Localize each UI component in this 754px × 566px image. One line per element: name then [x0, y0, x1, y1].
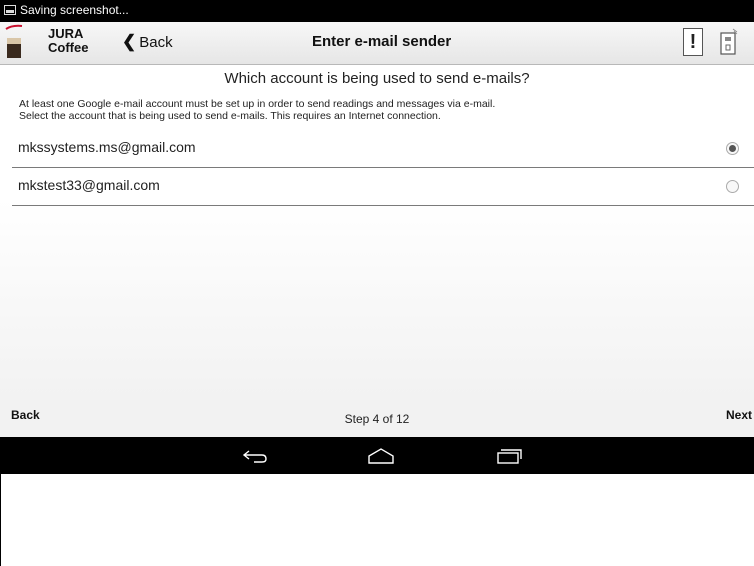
system-nav-bar [0, 437, 754, 474]
step-indicator: Step 4 of 12 [344, 412, 410, 426]
status-notification: Saving screenshot... [20, 3, 129, 17]
account-email: mkstest33@gmail.com [18, 177, 160, 193]
footer-next-button[interactable]: Next [726, 408, 752, 422]
coffee-machine-icon[interactable] [718, 28, 738, 56]
screenshot-icon [4, 5, 16, 15]
jura-logo-icon [5, 24, 23, 58]
action-bar: JURA Coffee ❮ Back Enter e-mail sender ! [0, 22, 754, 65]
info-line-2: Select the account that is being used to… [19, 110, 441, 122]
header-back-label: Back [139, 34, 173, 51]
radio-button-unselected[interactable] [726, 180, 739, 193]
nav-home-icon[interactable] [366, 445, 396, 465]
info-text: At least one Google e-mail account must … [19, 98, 495, 122]
account-row[interactable]: mkssystems.ms@gmail.com [12, 130, 754, 168]
question-heading: Which account is being used to send e-ma… [224, 70, 530, 87]
info-line-1: At least one Google e-mail account must … [19, 98, 496, 110]
nav-recents-icon[interactable] [494, 445, 524, 465]
header-back-button[interactable]: ❮ Back [122, 32, 173, 52]
content-area: Which account is being used to send e-ma… [0, 65, 754, 400]
nav-back-icon[interactable] [240, 445, 270, 465]
account-row[interactable]: mkstest33@gmail.com [12, 168, 754, 206]
account-email: mkssystems.ms@gmail.com [18, 139, 196, 155]
wizard-footer: Back Step 4 of 12 Next [0, 400, 754, 437]
alert-icon[interactable]: ! [683, 28, 703, 56]
account-list: mkssystems.ms@gmail.com mkstest33@gmail.… [12, 130, 754, 206]
blank-area [0, 474, 754, 566]
chevron-left-icon: ❮ [122, 32, 137, 51]
frame-edge [0, 474, 1, 566]
app-name: JURA Coffee [48, 26, 89, 55]
page-title: Enter e-mail sender [312, 33, 452, 50]
status-bar: Saving screenshot... [0, 0, 754, 22]
radio-button-selected[interactable] [726, 142, 739, 155]
